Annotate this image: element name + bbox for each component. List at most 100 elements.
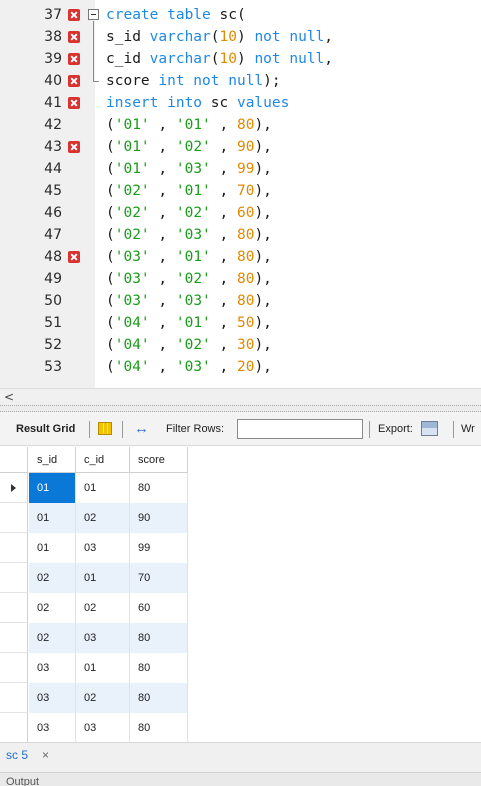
cell-score[interactable]: 80	[130, 623, 188, 653]
row-selector[interactable]	[0, 503, 28, 533]
code-line[interactable]: 38 s_id varchar(10) not null,	[0, 26, 481, 48]
column-header-s-id[interactable]: s_id	[29, 447, 76, 473]
filter-rows-input[interactable]	[237, 419, 363, 439]
code-token: '02'	[175, 139, 211, 155]
row-selector[interactable]	[0, 653, 28, 683]
table-row[interactable]: 01 02 90	[0, 503, 190, 533]
error-marker-icon[interactable]	[68, 53, 80, 65]
cell-s-id[interactable]: 03	[29, 713, 76, 742]
error-marker-icon[interactable]	[68, 141, 80, 153]
code-token: 80	[236, 271, 255, 287]
code-line[interactable]: 44 ('01' , '03' , 99),	[0, 158, 481, 180]
cell-score[interactable]: 80	[130, 713, 188, 742]
table-row[interactable]: 02 02 60	[0, 593, 190, 623]
code-line[interactable]: 49 ('03' , '02' , 80),	[0, 268, 481, 290]
code-token: ),	[254, 139, 272, 155]
cell-s-id[interactable]: 02	[29, 623, 76, 653]
cell-score[interactable]: 60	[130, 593, 188, 623]
row-selector[interactable]	[0, 563, 28, 593]
code-line[interactable]: 42 ('01' , '01' , 80),	[0, 114, 481, 136]
cell-s-id[interactable]: 03	[29, 653, 76, 683]
filter-arrows-icon[interactable]: ↔	[134, 420, 149, 437]
column-header-c-id[interactable]: c_id	[76, 447, 130, 473]
cell-s-id[interactable]: 02	[29, 593, 76, 623]
code-line[interactable]: 51 ('04' , '01' , 50),	[0, 312, 481, 334]
table-row[interactable]: 02 01 70	[0, 563, 190, 593]
table-row[interactable]: 02 03 80	[0, 623, 190, 653]
table-row[interactable]: 01 03 99	[0, 533, 190, 563]
cell-s-id[interactable]: 01	[29, 533, 76, 563]
code-line[interactable]: 45 ('02' , '01' , 70),	[0, 180, 481, 202]
horizontal-scrollbar[interactable]: <	[0, 388, 481, 405]
code-token: (	[106, 337, 115, 353]
code-token: (	[106, 359, 115, 375]
sql-editor[interactable]: 37 create table sc(38 s_id varchar(10) not…	[0, 0, 481, 388]
table-row[interactable]: 03 03 80	[0, 713, 190, 742]
cell-score[interactable]: 99	[130, 533, 188, 563]
cell-score[interactable]: 80	[130, 653, 188, 683]
row-selector[interactable]	[0, 713, 28, 742]
cell-c-id[interactable]: 02	[76, 503, 130, 533]
error-marker-icon[interactable]	[68, 97, 80, 109]
line-number: 41	[44, 95, 62, 111]
table-row[interactable]: 03 01 80	[0, 653, 190, 683]
code-token: ,	[149, 249, 176, 265]
row-selector[interactable]	[0, 473, 28, 503]
result-grid-label[interactable]: Result Grid	[16, 423, 75, 435]
cell-s-id[interactable]: 01	[29, 503, 76, 533]
cell-c-id[interactable]: 02	[76, 683, 130, 713]
close-icon[interactable]: ×	[42, 748, 49, 762]
scroll-left-arrow-icon[interactable]: <	[4, 389, 14, 405]
row-selector[interactable]	[0, 623, 28, 653]
result-grid[interactable]: s_id c_id score 01 01 80 01 02 90 01 03 99 02 01 70…	[0, 447, 481, 742]
code-line[interactable]: 39 c_id varchar(10) not null,	[0, 48, 481, 70]
output-label[interactable]: Output	[6, 776, 39, 786]
cell-c-id[interactable]: 03	[76, 713, 130, 742]
wrap-cell-label[interactable]: Wr	[461, 423, 475, 435]
cell-c-id[interactable]: 01	[76, 473, 130, 503]
cell-c-id[interactable]: 01	[76, 563, 130, 593]
table-row[interactable]: 01 01 80	[0, 473, 190, 503]
cell-s-id[interactable]: 02	[29, 563, 76, 593]
cell-c-id[interactable]: 02	[76, 593, 130, 623]
cell-score[interactable]: 80	[130, 473, 188, 503]
error-marker-icon[interactable]	[68, 75, 80, 87]
error-marker-icon[interactable]	[68, 31, 80, 43]
code-line[interactable]: 48 ('03' , '01' , 80),	[0, 246, 481, 268]
code-line[interactable]: 40 score int not null);	[0, 70, 481, 92]
line-number: 38	[44, 29, 62, 45]
code-line[interactable]: 43 ('01' , '02' , 90),	[0, 136, 481, 158]
row-selector[interactable]	[0, 683, 28, 713]
code-line[interactable]: 37 create table sc(	[0, 4, 481, 26]
code-token: ,	[149, 315, 176, 331]
code-line[interactable]: 46 ('02' , '02' , 60),	[0, 202, 481, 224]
fold-collapse-icon[interactable]	[88, 9, 99, 20]
cell-s-id[interactable]: 01	[29, 473, 76, 503]
tab-sc-5[interactable]: sc 5	[6, 748, 28, 762]
row-selector[interactable]	[0, 533, 28, 563]
error-marker-icon[interactable]	[68, 9, 80, 21]
code-line[interactable]: 53 ('04' , '03' , 20),	[0, 356, 481, 378]
cell-score[interactable]: 90	[130, 503, 188, 533]
code-line[interactable]: 50 ('03' , '03' , 80),	[0, 290, 481, 312]
cell-score[interactable]: 80	[130, 683, 188, 713]
export-icon[interactable]	[421, 421, 438, 436]
table-row[interactable]: 03 02 80	[0, 683, 190, 713]
code-token: not null	[254, 51, 325, 67]
error-marker-icon[interactable]	[68, 251, 80, 263]
line-number: 45	[44, 183, 62, 199]
cell-c-id[interactable]: 03	[76, 533, 130, 563]
cell-score[interactable]: 70	[130, 563, 188, 593]
code-token: ,	[149, 183, 176, 199]
cell-c-id[interactable]: 03	[76, 623, 130, 653]
column-header-score[interactable]: score	[130, 447, 188, 473]
row-selector-header[interactable]	[0, 447, 28, 473]
code-line[interactable]: 47 ('02' , '03' , 80),	[0, 224, 481, 246]
grid-layout-icon[interactable]	[98, 422, 112, 435]
cell-s-id[interactable]: 03	[29, 683, 76, 713]
pane-splitter[interactable]	[0, 405, 481, 412]
code-line[interactable]: 41 insert into sc values	[0, 92, 481, 114]
code-line[interactable]: 52 ('04' , '02' , 30),	[0, 334, 481, 356]
row-selector[interactable]	[0, 593, 28, 623]
cell-c-id[interactable]: 01	[76, 653, 130, 683]
